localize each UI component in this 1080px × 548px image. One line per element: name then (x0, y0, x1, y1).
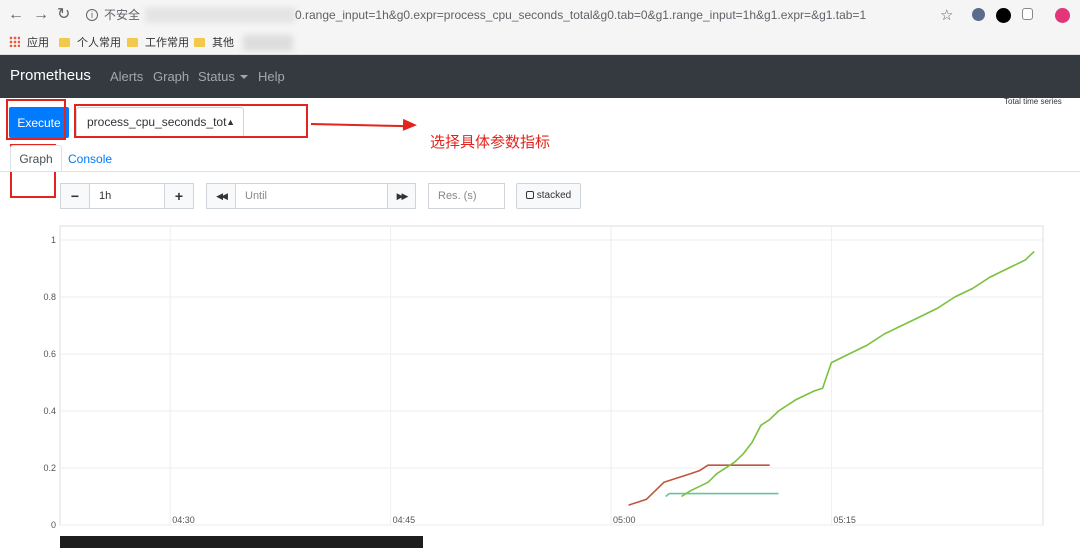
star-icon[interactable]: ☆ (940, 6, 953, 24)
stacked-toggle[interactable]: stacked (516, 183, 581, 209)
nav-status[interactable]: Status (198, 69, 248, 84)
fast-forward-button[interactable]: ▶▶ (387, 183, 416, 209)
folder-icon (127, 38, 138, 47)
annotation-arrow (310, 123, 407, 128)
caret-down-icon (239, 75, 248, 79)
nav-graph[interactable]: Graph (153, 69, 189, 84)
plot-area (59, 225, 1044, 526)
y-tick-label: 0 (51, 520, 56, 530)
arrow-left-icon[interactable]: ← (8, 6, 24, 24)
folder-icon (59, 38, 70, 47)
folder-icon (194, 38, 205, 47)
tabs-divider (0, 171, 1080, 172)
y-tick-label: 0.2 (43, 463, 56, 473)
info-icon[interactable]: i (86, 9, 98, 21)
x-tick-label: 05:00 (613, 515, 636, 525)
security-label: 不安全 (104, 8, 141, 22)
apps-icon (9, 36, 20, 47)
bookmark-apps[interactable]: 应用 (9, 36, 49, 50)
bookmark-folder[interactable]: 个人常用 (59, 36, 121, 50)
resolution-input[interactable]: Res. (s) (428, 183, 505, 209)
extension-icon[interactable] (972, 8, 985, 21)
tab-console[interactable]: Console (68, 152, 112, 166)
navbar: Prometheus Alerts Graph Status Help (0, 55, 1080, 98)
annotation-box (6, 99, 66, 140)
reload-icon[interactable]: ↻ (57, 6, 70, 24)
x-tick-label: 05:15 (833, 515, 856, 525)
until-input[interactable]: Until (235, 183, 388, 209)
x-tick-label: 04:45 (393, 515, 416, 525)
address-bar[interactable]: i 不安全 0.range_input=1h&g0.expr=process_c… (80, 4, 970, 27)
y-tick-label: 0.8 (43, 292, 56, 302)
shield-icon[interactable] (1022, 8, 1033, 20)
range-decrease-button[interactable]: − (60, 183, 90, 209)
checkbox-icon (525, 191, 534, 199)
arrow-right-icon[interactable]: → (33, 6, 49, 24)
bookmark-folder[interactable]: 其他 (194, 36, 234, 50)
rewind-button[interactable]: ◀◀ (206, 183, 236, 209)
y-tick-label: 0.6 (43, 349, 56, 359)
bookmark-folder[interactable]: 工作常用 (127, 36, 189, 50)
y-tick-label: 1 (51, 235, 56, 245)
range-increase-button[interactable]: + (164, 183, 194, 209)
extension-icon[interactable] (996, 8, 1011, 23)
url-text: 0.range_input=1h&g0.expr=process_cpu_sec… (295, 8, 867, 22)
annotation-box (74, 104, 308, 138)
range-input[interactable]: 1h (89, 183, 165, 209)
nav-alerts[interactable]: Alerts (110, 69, 143, 84)
annotation-text: 选择具体参数指标 (430, 134, 551, 151)
avatar[interactable] (1055, 8, 1070, 23)
tab-graph[interactable]: Graph (10, 145, 62, 171)
blurred-bookmark (243, 35, 293, 51)
arrow-head-icon (402, 118, 418, 132)
browser-toolbar: ← → ↻ i 不安全 0.range_input=1h&g0.expr=pro… (0, 0, 1080, 31)
brand[interactable]: Prometheus (10, 67, 91, 84)
legend-bar (60, 536, 423, 548)
y-tick-label: 0.4 (43, 406, 56, 416)
bookmarks-bar: 应用 个人常用 工作常用 其他 (0, 31, 1080, 55)
nav-help[interactable]: Help (258, 69, 285, 84)
total-series-label: Total time series (1004, 97, 1062, 106)
graph-chart[interactable]: 0 0.2 0.4 0.6 0.8 1 04:30 04:45 05:00 05:15 (0, 220, 1080, 536)
blurred-host (145, 7, 295, 23)
x-tick-label: 04:30 (172, 515, 195, 525)
